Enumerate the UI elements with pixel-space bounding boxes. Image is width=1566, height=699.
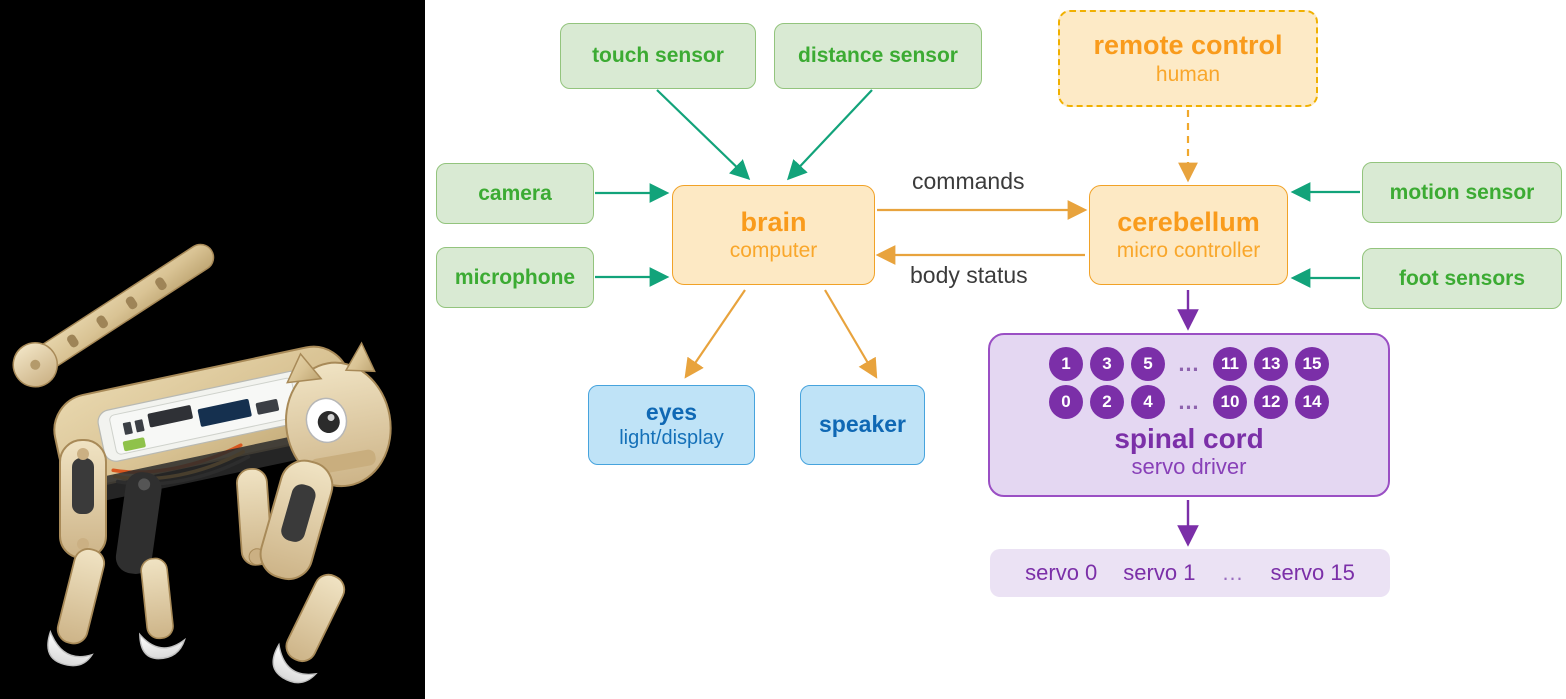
node-cerebellum[interactable]: cerebellum micro controller [1089,185,1288,285]
edge-label-commands: commands [912,168,1025,194]
edge-brain-to-speaker [824,289,878,379]
diagram-canvas: touch sensor distance sensor camera micr… [0,0,1566,699]
microphone-label: microphone [454,265,576,289]
eyes-subtitle: light/display [619,427,724,450]
spinal-channel-row-top: 1 3 5 … 11 13 15 [1049,347,1329,381]
remote-control-subtitle: human [1155,63,1221,87]
motion-sensor-label: motion sensor [1389,180,1535,204]
edge-label-body-status: body status [910,262,1028,288]
channel-ellipsis: … [1177,350,1201,376]
brain-title: brain [740,207,807,238]
node-servo-list[interactable]: servo 0 servo 1 … servo 15 [990,549,1390,597]
channel-chip[interactable]: 5 [1131,347,1165,381]
node-eyes[interactable]: eyes light/display [588,385,755,465]
spinal-channel-row-bottom: 0 2 4 … 10 12 14 [1049,385,1329,419]
channel-chip[interactable]: 1 [1049,347,1083,381]
diagram-panel: touch sensor distance sensor camera micr… [425,0,1566,699]
node-brain[interactable]: brain computer [672,185,875,285]
cerebellum-subtitle: micro controller [1116,239,1261,263]
robot-photo [0,0,430,699]
channel-chip[interactable]: 4 [1131,385,1165,419]
channel-chip[interactable]: 0 [1049,385,1083,419]
channel-chip[interactable]: 14 [1295,385,1329,419]
servo-label-15: servo 15 [1270,559,1355,585]
channel-chip[interactable]: 12 [1254,385,1288,419]
cerebellum-title: cerebellum [1117,207,1260,238]
servo-list-ellipsis: … [1221,559,1245,585]
spinal-cord-subtitle: servo driver [1131,454,1247,480]
channel-chip[interactable]: 2 [1090,385,1124,419]
brain-subtitle: computer [729,239,818,263]
spinal-channel-grid: 1 3 5 … 11 13 15 0 2 4 … 10 12 14 [1049,347,1329,419]
channel-chip[interactable]: 13 [1254,347,1288,381]
node-speaker[interactable]: speaker [800,385,925,465]
node-foot-sensors[interactable]: foot sensors [1362,248,1562,309]
servo-label-1: servo 1 [1123,559,1196,585]
foot-sensors-label: foot sensors [1398,266,1526,290]
node-distance-sensor[interactable]: distance sensor [774,23,982,89]
edge-touch-to-brain [656,89,751,181]
node-microphone[interactable]: microphone [436,247,594,308]
camera-label: camera [478,181,552,205]
eyes-title: eyes [645,399,698,426]
node-remote-control[interactable]: remote control human [1058,10,1318,107]
remote-control-title: remote control [1093,30,1283,61]
channel-chip[interactable]: 10 [1213,385,1247,419]
touch-sensor-label: touch sensor [592,44,724,68]
node-camera[interactable]: camera [436,163,594,224]
node-touch-sensor[interactable]: touch sensor [560,23,756,89]
distance-sensor-label: distance sensor [798,44,958,68]
edge-brain-to-eyes [684,289,746,379]
channel-ellipsis: … [1177,388,1201,414]
speaker-title: speaker [819,411,906,438]
robot-cat-illustration [12,243,392,684]
edge-distance-to-brain [786,89,873,181]
spinal-cord-title: spinal cord [1114,423,1264,454]
node-spinal-cord[interactable]: 1 3 5 … 11 13 15 0 2 4 … 10 12 14 spinal… [988,333,1390,497]
servo-label-0: servo 0 [1025,559,1098,585]
node-motion-sensor[interactable]: motion sensor [1362,162,1562,223]
channel-chip[interactable]: 3 [1090,347,1124,381]
channel-chip[interactable]: 11 [1213,347,1247,381]
channel-chip[interactable]: 15 [1295,347,1329,381]
